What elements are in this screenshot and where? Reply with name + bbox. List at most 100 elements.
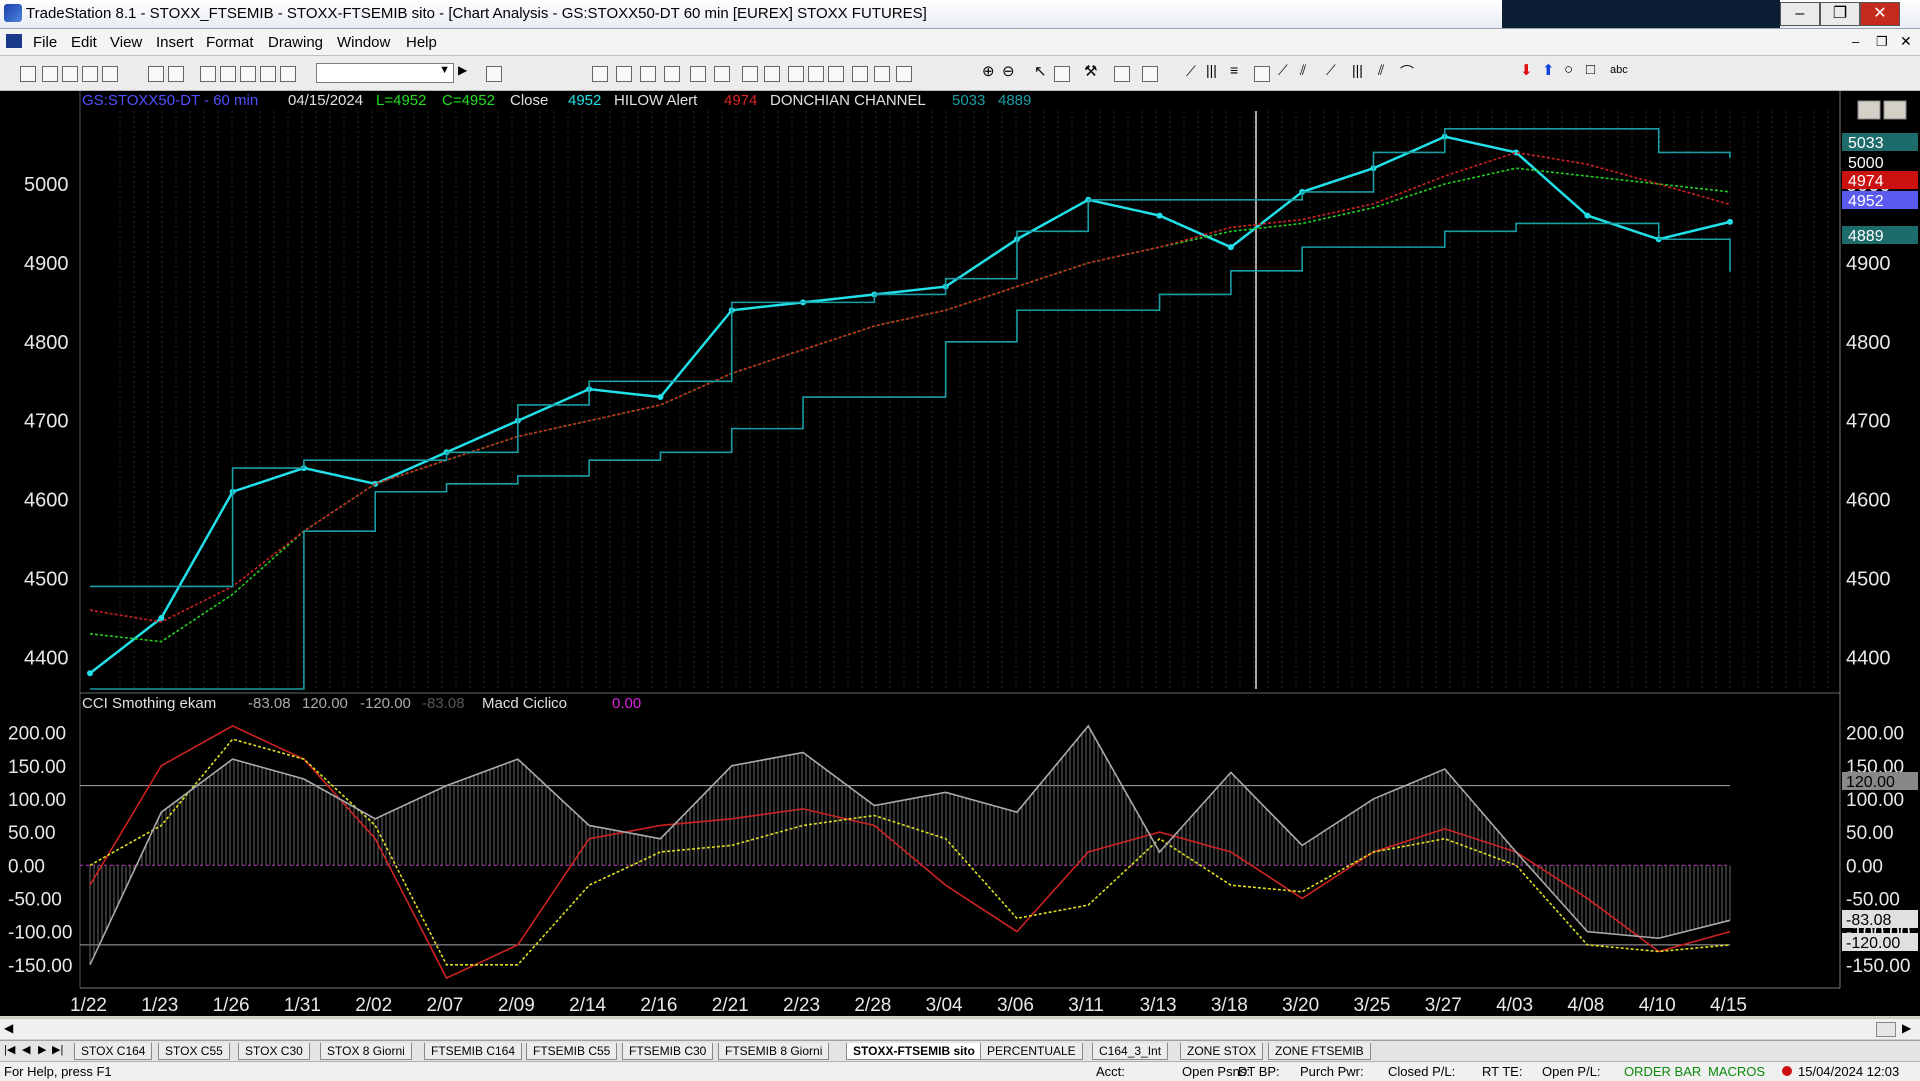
new-file-icon[interactable] — [20, 66, 36, 82]
bar-chart-icon[interactable] — [640, 66, 656, 82]
minimize-button[interactable]: – — [1780, 2, 1820, 26]
pane-minimize-button[interactable] — [1857, 100, 1881, 120]
tab-next-icon[interactable]: ▶ — [38, 1043, 46, 1056]
print-icon[interactable] — [168, 66, 184, 82]
indicator-icon[interactable] — [664, 66, 680, 82]
symbol-dropdown[interactable]: ▼ — [316, 63, 454, 83]
zoom-in-icon[interactable]: ⊕ — [982, 62, 995, 80]
paste-icon[interactable] — [260, 66, 276, 82]
menu-drawing[interactable]: Drawing — [268, 34, 323, 51]
chart-window[interactable]: GS:STOXX50-DT - 60 min 04/15/2024 L=4952… — [0, 91, 1920, 1016]
speed-lines-icon[interactable] — [1254, 66, 1270, 82]
pane-restore-button[interactable] — [1883, 100, 1907, 120]
tab-prev-icon[interactable]: ◀ — [22, 1043, 30, 1056]
tab-ftsemib-c55[interactable]: FTSEMIB C55 — [526, 1043, 618, 1060]
rectangle-icon[interactable]: □ — [1586, 61, 1595, 78]
lock-icon[interactable] — [240, 66, 256, 82]
increase-space-icon[interactable] — [896, 66, 912, 82]
tab-stox-c164[interactable]: STOX C164 — [74, 1043, 153, 1060]
cut-icon[interactable] — [200, 66, 216, 82]
macd-label: Macd Ciclico — [482, 695, 567, 712]
tab-stox-8-giorni[interactable]: STOX 8 Giorni — [320, 1043, 412, 1060]
chart-canvas[interactable]: GS:STOXX50-DT - 60 min 04/15/2024 L=4952… — [0, 91, 1920, 1016]
scroll-left-icon[interactable]: ◀ — [4, 1021, 13, 1035]
tab-zone-ftsemib[interactable]: ZONE FTSEMIB — [1268, 1043, 1371, 1060]
menu-window[interactable]: Window — [337, 34, 390, 51]
matrix-icon[interactable] — [788, 66, 804, 82]
hilow-value: 4974 — [724, 92, 757, 109]
chart-format-icon[interactable] — [592, 66, 608, 82]
tab-ftsemib-c30[interactable]: FTSEMIB C30 — [622, 1043, 714, 1060]
alert-icon[interactable] — [828, 66, 844, 82]
scroll-thumb[interactable] — [1876, 1022, 1896, 1037]
crosshair-icon[interactable] — [1054, 66, 1070, 82]
channel-icon[interactable]: ⫽ — [1378, 62, 1384, 79]
tab-first-icon[interactable]: |◀ — [4, 1043, 15, 1056]
scanner-icon[interactable] — [808, 66, 824, 82]
fib-lines-icon[interactable]: ≡ — [1230, 62, 1238, 78]
andrews-icon[interactable]: ⟋ — [1278, 62, 1288, 79]
find-icon[interactable] — [486, 66, 502, 82]
open-page-icon[interactable] — [82, 66, 98, 82]
down-arrow-draw-icon[interactable]: ⬇ — [1520, 61, 1533, 79]
strategy-icon[interactable] — [742, 66, 758, 82]
tools-icon[interactable] — [852, 66, 868, 82]
eraser-icon[interactable] — [1142, 66, 1158, 82]
horizontal-scrollbar[interactable]: ◀ ▶ — [0, 1018, 1920, 1039]
tab-stox-c55[interactable]: STOX C55 — [158, 1043, 230, 1060]
cycle-lines-icon[interactable]: ||| — [1352, 62, 1363, 78]
menu-insert[interactable]: Insert — [156, 34, 194, 51]
pointer-icon[interactable]: ↖ — [1034, 62, 1047, 80]
menu-format[interactable]: Format — [206, 34, 254, 51]
zoom-out-icon[interactable]: ⊖ — [1002, 62, 1015, 80]
date-tick-label: 4/10 — [1639, 995, 1676, 1016]
ellipse-icon[interactable]: ○ — [1564, 61, 1573, 78]
tab-last-icon[interactable]: ▶| — [52, 1043, 63, 1056]
mdi-restore-button[interactable]: ❐ — [1876, 34, 1888, 50]
play-arrow-icon[interactable]: ▶ — [458, 63, 467, 77]
mdi-close-button[interactable]: ✕ — [1900, 33, 1912, 50]
text-tool-icon[interactable]: abc — [1610, 64, 1628, 76]
wrench-icon[interactable]: ⚒ — [1084, 62, 1097, 80]
refresh-icon[interactable] — [690, 66, 706, 82]
badge-4889: 4889 — [1848, 228, 1884, 245]
arc-icon[interactable]: ⌒ — [1400, 62, 1414, 82]
price-tick-left: 4500 — [24, 569, 69, 591]
tab-ftsemib-8-giorni[interactable]: FTSEMIB 8 Giorni — [718, 1043, 830, 1060]
tab-ftsemib-c164[interactable]: FTSEMIB C164 — [424, 1043, 523, 1060]
open-folder-icon[interactable] — [42, 66, 58, 82]
copy-icon[interactable] — [220, 66, 236, 82]
tab-percentuale[interactable]: PERCENTUALE — [980, 1043, 1083, 1060]
gann-fan-icon[interactable]: ⫽ — [1300, 62, 1306, 79]
price-point — [1156, 212, 1163, 219]
up-arrow-draw-icon[interactable]: ⬆ — [1542, 61, 1555, 79]
macros-button[interactable]: MACROS — [1708, 1064, 1765, 1079]
drawing-object-icon[interactable] — [1114, 66, 1130, 82]
tab-stox-c30[interactable]: STOX C30 — [238, 1043, 310, 1060]
close-button[interactable]: ✕ — [1860, 2, 1900, 26]
tab-zone-stox[interactable]: ZONE STOX — [1180, 1043, 1264, 1060]
data-window-icon[interactable] — [714, 66, 730, 82]
horizontal-line-icon[interactable]: ||| — [1206, 62, 1217, 78]
maximize-button[interactable]: ❐ — [1820, 2, 1860, 26]
globe-icon[interactable] — [280, 66, 296, 82]
menu-file[interactable]: File — [33, 34, 57, 51]
menu-edit[interactable]: Edit — [71, 34, 97, 51]
save-icon[interactable] — [102, 66, 118, 82]
trendline-icon[interactable]: ⟋ — [1186, 63, 1196, 80]
insert-icon[interactable] — [764, 66, 780, 82]
tab-c164-3-int[interactable]: C164_3_Int — [1092, 1043, 1169, 1060]
menu-view[interactable]: View — [110, 34, 142, 51]
price-tick-left: 4800 — [24, 332, 69, 354]
mdi-minimize-button[interactable]: – — [1852, 34, 1859, 49]
order-bar-button[interactable]: ORDER BAR — [1624, 1064, 1701, 1079]
date-tick-label: 2/21 — [712, 995, 749, 1016]
scroll-right-icon[interactable]: ▶ — [1902, 1021, 1911, 1035]
regression-icon[interactable]: ⟋ — [1326, 62, 1336, 79]
chart-style-icon[interactable] — [616, 66, 632, 82]
tab-stoxx-ftsemib-sito[interactable]: STOXX-FTSEMIB sito — [846, 1043, 982, 1060]
print-preview-icon[interactable] — [148, 66, 164, 82]
open-workspace-icon[interactable] — [62, 66, 78, 82]
decrease-space-icon[interactable] — [874, 66, 890, 82]
menu-help[interactable]: Help — [406, 34, 437, 51]
